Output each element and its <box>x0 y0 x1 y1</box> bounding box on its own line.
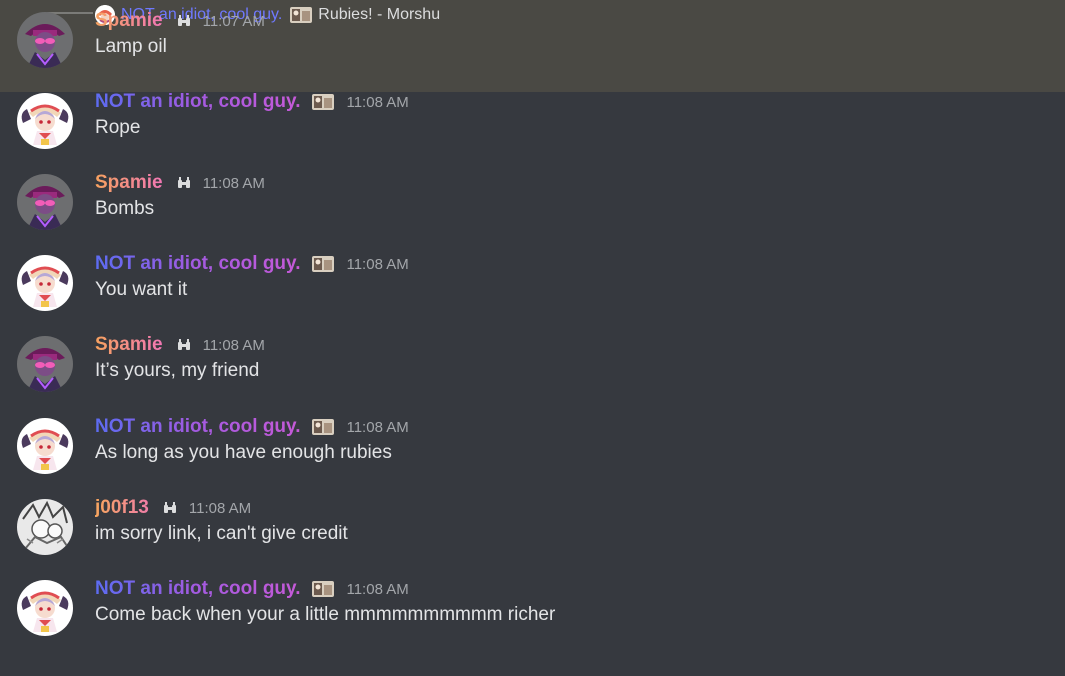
binoculars-icon <box>177 339 191 351</box>
picture-badge-icon <box>312 581 335 597</box>
message-header: Spamie 11:08 AM <box>95 332 265 358</box>
message-content: Lamp oil <box>95 36 167 57</box>
message-header: NOT an idiot, cool guy. 11:08 AM <box>95 414 409 440</box>
message-content: im sorry link, i can't give credit <box>95 523 348 544</box>
message-content: You want it <box>95 279 188 300</box>
timestamp: 11:08 AM <box>202 336 265 354</box>
timestamp: 11:08 AM <box>346 418 409 436</box>
remilia-avatar[interactable] <box>17 93 73 149</box>
message-content: Bombs <box>95 198 155 219</box>
remilia-avatar[interactable] <box>17 255 73 311</box>
remilia-avatar[interactable] <box>17 418 73 474</box>
timestamp: 11:07 AM <box>202 12 265 30</box>
author-name[interactable]: Spamie <box>95 172 163 194</box>
timestamp: 11:08 AM <box>202 174 265 192</box>
picture-badge-icon <box>312 419 335 435</box>
author-name[interactable]: Spamie <box>95 10 163 32</box>
message-header: NOT an idiot, cool guy. 11:08 AM <box>95 576 409 602</box>
message-row[interactable]: Spamie 11:07 AM Lamp oil <box>0 0 1065 81</box>
message-row[interactable]: j00f13 11:08 AM im sorry link, i can't gi… <box>0 487 1065 568</box>
author-name[interactable]: NOT an idiot, cool guy. <box>95 416 300 438</box>
spamie-avatar[interactable] <box>17 174 73 230</box>
message-header: j00f13 11:08 AM <box>95 495 251 521</box>
message-header: Spamie 11:08 AM <box>95 170 265 196</box>
timestamp: 11:08 AM <box>346 580 409 598</box>
message-row[interactable]: NOT an idiot, cool guy. 11:08 AM Come bac… <box>0 568 1065 649</box>
picture-badge-icon <box>312 94 335 110</box>
manga-avatar[interactable] <box>17 499 73 555</box>
message-row[interactable]: NOT an idiot, cool guy. 11:08 AM Rope <box>0 81 1065 162</box>
message-content: Rope <box>95 117 141 138</box>
author-name[interactable]: j00f13 <box>95 497 149 519</box>
author-name[interactable]: NOT an idiot, cool guy. <box>95 578 300 600</box>
timestamp: 11:08 AM <box>346 255 409 273</box>
remilia-avatar[interactable] <box>17 580 73 636</box>
author-name[interactable]: NOT an idiot, cool guy. <box>95 91 300 113</box>
message-row[interactable]: Spamie 11:08 AM Bombs <box>0 162 1065 243</box>
message-content: As long as you have enough rubies <box>95 442 392 463</box>
spamie-avatar[interactable] <box>17 12 73 68</box>
message-content: Come back when your a little mmmmmmmmmm … <box>95 604 556 625</box>
message-row[interactable]: NOT an idiot, cool guy. 11:08 AM You want… <box>0 243 1065 324</box>
message-header: NOT an idiot, cool guy. 11:08 AM <box>95 89 409 115</box>
binoculars-icon <box>163 502 177 514</box>
author-name[interactable]: NOT an idiot, cool guy. <box>95 253 300 275</box>
timestamp: 11:08 AM <box>346 93 409 111</box>
timestamp: 11:08 AM <box>188 499 252 517</box>
picture-badge-icon <box>312 256 335 272</box>
binoculars-icon <box>177 15 191 27</box>
chat-messages: NOT an idiot, cool guy. Rubies! - Morshu… <box>0 0 1065 676</box>
message-row[interactable]: NOT an idiot, cool guy. 11:08 AM As long … <box>0 406 1065 487</box>
message-header: NOT an idiot, cool guy. 11:08 AM <box>95 251 409 277</box>
message-content: It’s yours, my friend <box>95 360 260 381</box>
spamie-avatar[interactable] <box>17 336 73 392</box>
message-row[interactable]: Spamie 11:08 AM It’s yours, my friend <box>0 324 1065 405</box>
author-name[interactable]: Spamie <box>95 334 163 356</box>
message-header: Spamie 11:07 AM <box>95 8 265 34</box>
binoculars-icon <box>177 177 191 189</box>
